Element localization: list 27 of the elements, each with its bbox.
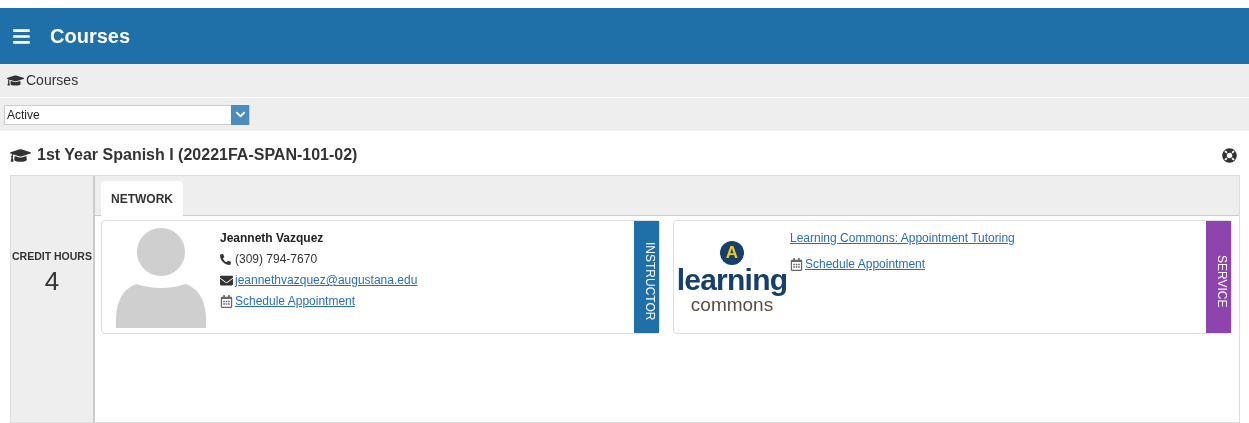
course-title: 1st Year Spanish I (20221FA-SPAN-101-02) xyxy=(37,145,358,165)
page-title: Courses xyxy=(50,24,131,49)
avatar-icon xyxy=(114,226,208,328)
email-link[interactable]: jeannethvazquez@augustana.edu xyxy=(235,271,418,289)
chevron-icon xyxy=(234,109,246,120)
contact-name: Jeanneth Vazquez xyxy=(220,230,325,247)
credit-hours-label: CREDIT HOURS xyxy=(12,248,92,264)
role-tag: INSTRUCTOR xyxy=(634,221,659,333)
mail-icon xyxy=(220,273,233,287)
calendar-icon xyxy=(220,294,233,308)
help-icon[interactable] xyxy=(1222,147,1237,163)
status-select[interactable]: Active xyxy=(4,104,250,125)
service-link[interactable]: Learning Commons: Appointment Tutoring xyxy=(790,229,1206,247)
credit-hours-value: 4 xyxy=(44,264,60,298)
logo-letter: A xyxy=(720,240,744,265)
tab[interactable]: NETWORK xyxy=(101,181,183,216)
schedule-link[interactable]: Schedule Appointment xyxy=(235,292,356,310)
calendar-icon xyxy=(790,257,803,271)
role-tag: SERVICE xyxy=(1206,221,1231,333)
logo-word: learning xyxy=(676,264,788,295)
phone-icon xyxy=(220,253,231,265)
graduation-cap-icon xyxy=(7,72,24,89)
phone-number: (309) 794-7670 xyxy=(235,251,318,268)
breadcrumb-label: Courses xyxy=(26,71,79,90)
menu-icon[interactable] xyxy=(12,26,31,46)
schedule-link[interactable]: Schedule Appointment xyxy=(805,255,926,273)
logo-word: commons xyxy=(690,294,774,314)
